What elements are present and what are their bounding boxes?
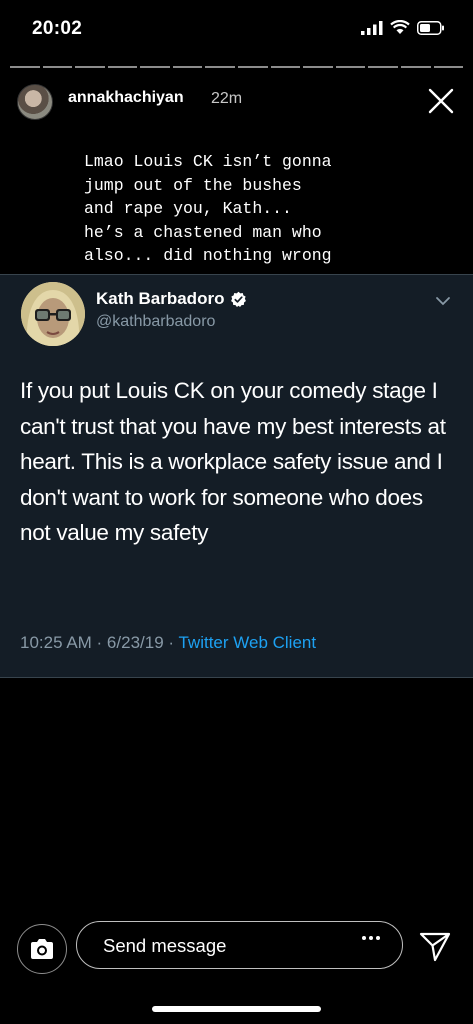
story-progress-bars (10, 66, 464, 68)
story-progress-segment (303, 66, 333, 68)
story-progress-segment (140, 66, 170, 68)
story-progress-segment (238, 66, 268, 68)
tweet-display-name: Kath Barbadoro (96, 289, 247, 309)
story-header: annakhachiyan 22m (0, 80, 473, 126)
story-progress-segment (10, 66, 40, 68)
verified-badge-icon (231, 291, 247, 307)
status-bar: 20:02 (0, 0, 473, 58)
story-progress-segment (433, 66, 464, 68)
tweet-meta: 10:25 AM · 6/23/19 · Twitter Web Client (20, 633, 316, 653)
signal-icon (361, 20, 383, 35)
wifi-icon (390, 20, 410, 34)
tweet-timestamp: 10:25 AM · 6/23/19 · (20, 633, 179, 652)
home-indicator (152, 1006, 321, 1012)
story-progress-segment (172, 66, 203, 68)
tweet-card: Kath Barbadoro @kathbarbadoro If you put… (0, 274, 473, 678)
send-button[interactable] (418, 930, 452, 964)
camera-icon (31, 939, 53, 959)
close-button[interactable] (423, 83, 459, 119)
reply-bar: Send message (0, 916, 473, 976)
message-placeholder: Send message (103, 935, 227, 956)
story-progress-segment (205, 66, 236, 68)
close-icon (428, 88, 454, 114)
story-progress-segment (75, 66, 105, 68)
story-progress-segment (400, 66, 431, 68)
story-progress-segment (107, 66, 138, 68)
more-options-icon[interactable] (362, 936, 380, 940)
story-progress-segment (368, 66, 398, 68)
send-message-input[interactable]: Send message (76, 921, 403, 969)
status-time: 20:02 (32, 18, 83, 39)
story-username[interactable]: annakhachiyan (68, 89, 184, 107)
story-progress-segment (42, 66, 73, 68)
direct-send-icon (419, 932, 451, 962)
story-time: 22m (211, 90, 243, 107)
story-caption: Lmao Louis CK isn’t gonna jump out of th… (84, 152, 332, 265)
tweet-source: Twitter Web Client (178, 633, 317, 652)
tweet-display-name-text: Kath Barbadoro (96, 289, 225, 308)
tweet-avatar (21, 282, 85, 346)
story-progress-segment (335, 66, 366, 68)
tweet-handle: @kathbarbadoro (96, 313, 216, 330)
tweet-text: If you put Louis CK on your comedy stage… (20, 378, 446, 545)
camera-button[interactable] (17, 924, 67, 974)
story-progress-segment (270, 66, 301, 68)
status-icons (361, 20, 445, 35)
chevron-down-icon (435, 293, 451, 311)
avatar[interactable] (17, 84, 53, 120)
battery-icon (417, 20, 444, 35)
